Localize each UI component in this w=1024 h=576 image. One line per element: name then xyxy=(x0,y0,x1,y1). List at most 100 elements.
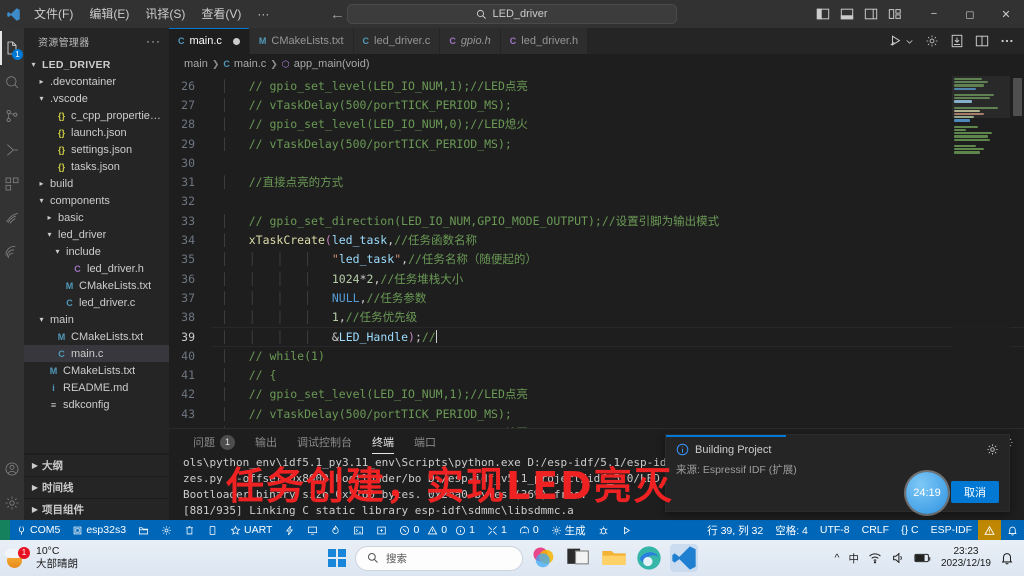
window-close-button[interactable]: ✕ xyxy=(988,0,1024,28)
tree-item-main[interactable]: ▾ main xyxy=(24,311,169,328)
code-line[interactable]: 38 │ │ │ │ 1,//任务优先级 xyxy=(169,308,1024,327)
status-run[interactable] xyxy=(615,520,638,540)
code-line[interactable]: 34 │ xTaskCreate(led_task,//任务函数名称 xyxy=(169,230,1024,249)
ime-chinese-icon[interactable]: 中 xyxy=(848,551,859,566)
editor-tab-gpio-h[interactable]: Cgpio.h xyxy=(440,28,501,54)
code-line[interactable]: 40 │ // while(1) xyxy=(169,346,1024,365)
code-text[interactable]: │ // gpio_set_level(LED_IO_NUM,0);//LED熄… xyxy=(211,116,528,132)
code-text[interactable]: │ // vTaskDelay(500/portTICK_PERIOD_MS); xyxy=(211,407,512,421)
breadcrumb-item[interactable]: main.c xyxy=(234,58,266,70)
tree-item-led_driver.h[interactable]: Cled_driver.h xyxy=(24,260,169,277)
editor-scrollbar[interactable] xyxy=(1010,74,1024,428)
timer-bubble[interactable]: 24:19 xyxy=(906,472,948,514)
tree-item-sdkconfig[interactable]: ≡ sdkconfig xyxy=(24,396,169,413)
tree-item-tasks.json[interactable]: {} tasks.json xyxy=(24,158,169,175)
gear-icon[interactable] xyxy=(986,443,999,456)
run-and-debug-icon[interactable] xyxy=(889,34,903,48)
activity-item-run-debug[interactable] xyxy=(0,133,24,167)
toggle-panel-icon[interactable] xyxy=(840,7,854,21)
toggle-primary-sidebar-icon[interactable] xyxy=(816,7,830,21)
taskbar-app-vscode[interactable] xyxy=(670,544,698,572)
activity-item-explorer[interactable]: 1 xyxy=(0,31,24,65)
taskbar-app-task-view[interactable] xyxy=(565,544,593,572)
code-line[interactable]: 33 │ // gpio_set_direction(LED_IO_NUM,GPI… xyxy=(169,211,1024,230)
scrollbar-thumb[interactable] xyxy=(1013,78,1022,116)
status-eol[interactable]: CRLF xyxy=(856,520,895,540)
window-maximize-button[interactable]: ◻ xyxy=(952,0,988,28)
code-text[interactable]: │ // while(1) xyxy=(211,349,325,363)
battery-icon[interactable] xyxy=(914,552,932,564)
more-actions-icon[interactable] xyxy=(1000,34,1014,48)
minimap-slider[interactable] xyxy=(952,76,1010,118)
chevron-down-icon[interactable] xyxy=(905,37,914,46)
status-flash-method[interactable]: UART xyxy=(224,520,278,540)
editor-tab-cmakelists-txt[interactable]: M CMakeLists.txt xyxy=(249,28,354,54)
activity-item-accounts[interactable] xyxy=(0,452,24,486)
remote-indicator[interactable] xyxy=(0,520,10,540)
code-line[interactable]: 32 xyxy=(169,192,1024,211)
status-encoding[interactable]: UTF-8 xyxy=(814,520,856,540)
status-port[interactable]: COM5 xyxy=(10,520,66,540)
tree-item-led_driver.c[interactable]: Cled_driver.c xyxy=(24,294,169,311)
tree-item-.devcontainer[interactable]: ▸ .devcontainer xyxy=(24,73,169,90)
activity-item-search[interactable] xyxy=(0,65,24,99)
status-esp-idf[interactable]: ESP-IDF xyxy=(925,520,978,540)
code-text[interactable]: │ // gpio_set_level(LED_IO_NUM,1);//LED点… xyxy=(211,386,528,402)
tree-item-cmakelists.txt[interactable]: M CMakeLists.txt xyxy=(24,362,169,379)
status-flash[interactable] xyxy=(278,520,301,540)
breadcrumb[interactable]: main ❯ Cmain.c ❯ ⬡ app_main(void) xyxy=(169,54,1024,74)
breadcrumb-item[interactable]: main xyxy=(184,58,208,70)
code-lines[interactable]: 26 │ // gpio_set_level(LED_IO_NUM,1);//LE… xyxy=(169,74,1024,428)
breadcrumb-item[interactable]: app_main(void) xyxy=(294,58,370,70)
activity-item-source-control[interactable] xyxy=(0,99,24,133)
code-text[interactable]: │ // gpio_set_level(LED_IO_NUM,1);//LED点… xyxy=(211,78,528,94)
editor-tab-led_driver-c[interactable]: Cled_driver.c xyxy=(353,28,441,54)
status-menuconfig[interactable] xyxy=(155,520,178,540)
flash-device-icon[interactable] xyxy=(950,34,964,48)
status-target[interactable]: esp32s3 xyxy=(66,520,132,540)
tree-item-.vscode[interactable]: ▾ .vscode xyxy=(24,90,169,107)
tree-item-launch.json[interactable]: {} launch.json xyxy=(24,124,169,141)
panel-tab-端口[interactable]: 端口 xyxy=(404,429,446,455)
bell-icon[interactable] xyxy=(1000,551,1014,565)
status-fullclean[interactable] xyxy=(178,520,201,540)
minimap[interactable] xyxy=(952,74,1010,428)
code-text[interactable]: │ // vTaskDelay(500/portTICK_PERIOD_MS); xyxy=(211,98,512,112)
taskbar-app-copilot[interactable] xyxy=(530,544,558,572)
tree-item-cmakelists.txt[interactable]: M CMakeLists.txt xyxy=(24,277,169,294)
editor-tab-main-c[interactable]: Cmain.c xyxy=(169,28,250,54)
code-text[interactable]: │ // gpio_set_direction(LED_IO_NUM,GPIO_… xyxy=(211,213,719,229)
activity-item-remote[interactable] xyxy=(0,235,24,269)
status-warning-indicator[interactable] xyxy=(978,520,1001,540)
tree-item-c_cpp_properties.json[interactable]: {} c_cpp_properties.json xyxy=(24,107,169,124)
code-text[interactable]: │ │ │ │ NULL,//任务参数 xyxy=(211,290,426,306)
notification-toast[interactable]: Building Project 来源: Espressif IDF (扩展) … xyxy=(665,434,1010,512)
menu-file[interactable]: 文件(F) xyxy=(26,3,81,25)
customize-layout-icon[interactable] xyxy=(888,7,902,21)
panel-tab-输出[interactable]: 输出 xyxy=(245,429,287,455)
wifi-icon[interactable] xyxy=(868,551,882,565)
command-center-search[interactable]: LED_driver xyxy=(347,4,677,24)
menu-more[interactable]: ··· xyxy=(249,3,277,25)
taskbar-app-file-explorer[interactable] xyxy=(600,544,628,572)
status-open-ocd[interactable] xyxy=(370,520,393,540)
code-line[interactable]: 41 │ // { xyxy=(169,365,1024,384)
status-radar[interactable]: 0 xyxy=(513,520,545,540)
status-language-mode[interactable]: {} C xyxy=(895,520,925,540)
status-problems[interactable]: 0 0 1 xyxy=(393,520,481,540)
status-indentation[interactable]: 空格: 4 xyxy=(769,520,814,540)
dirty-indicator-icon[interactable] xyxy=(232,37,240,45)
gear-icon[interactable] xyxy=(925,34,939,48)
code-line[interactable]: 39 │ │ │ │ &LED_Handle);// xyxy=(169,326,1024,347)
code-line[interactable]: 28 │ // gpio_set_level(LED_IO_NUM,0);//LE… xyxy=(169,115,1024,134)
code-line[interactable]: 30 xyxy=(169,153,1024,172)
code-editor[interactable]: 26 │ // gpio_set_level(LED_IO_NUM,1);//LE… xyxy=(169,74,1024,428)
tree-item-basic[interactable]: ▸ basic xyxy=(24,209,169,226)
toggle-secondary-sidebar-icon[interactable] xyxy=(864,7,878,21)
code-line[interactable]: 36 │ │ │ │ 1024*2,//任务堆栈大小 xyxy=(169,269,1024,288)
activity-item-extensions[interactable] xyxy=(0,167,24,201)
taskbar-app-edge[interactable] xyxy=(635,544,663,572)
code-line[interactable]: 26 │ // gpio_set_level(LED_IO_NUM,1);//LE… xyxy=(169,76,1024,95)
notification-cancel-button[interactable]: 取消 xyxy=(951,481,999,503)
sidebar-section-outline[interactable]: ▶ 大纲 xyxy=(24,454,169,476)
